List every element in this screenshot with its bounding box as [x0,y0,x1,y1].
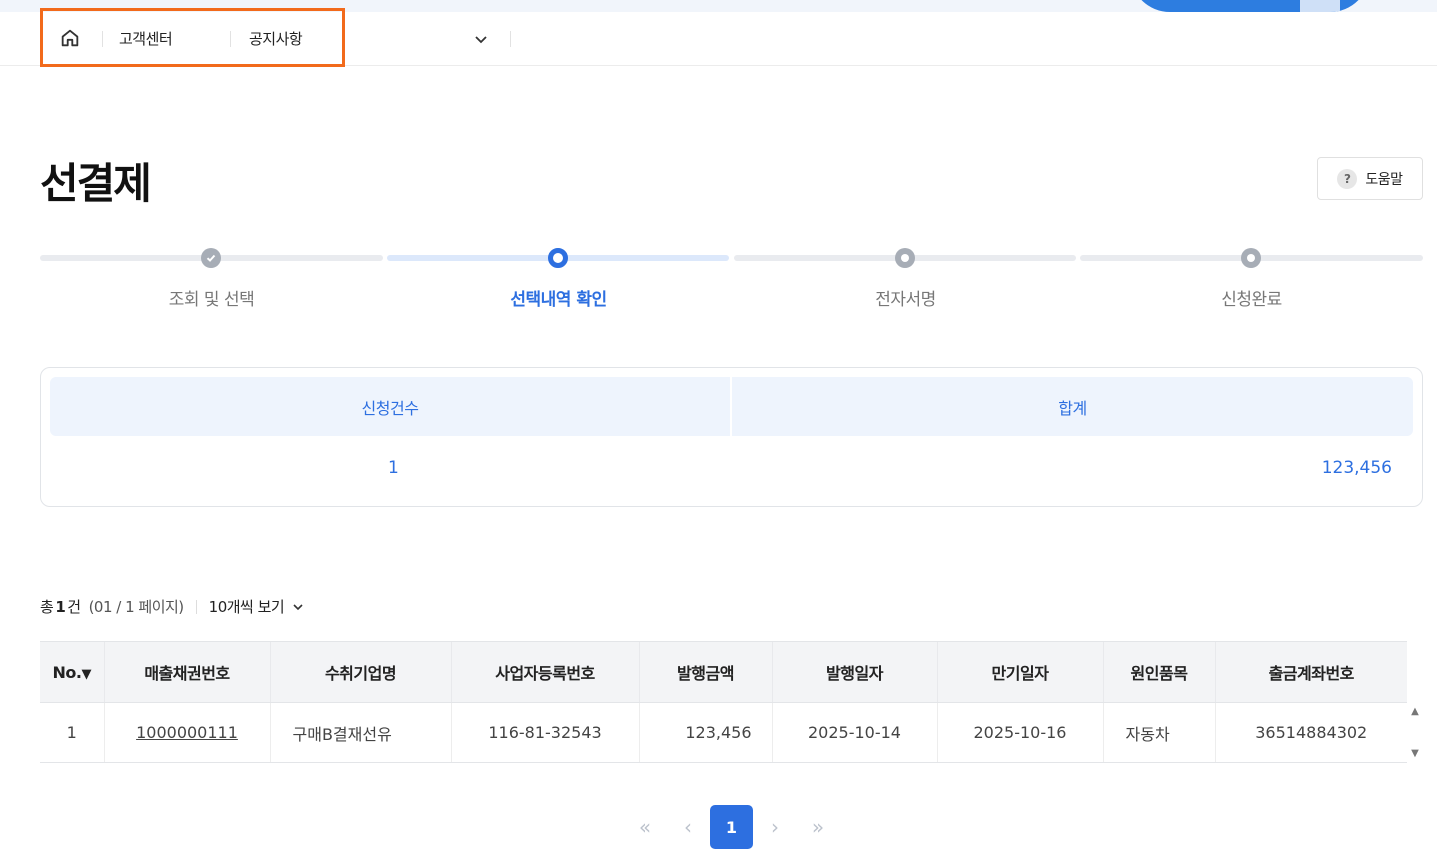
page-number-button[interactable]: 1 [710,805,753,849]
column-header-payee: 수취기업명 [269,641,451,703]
last-page-button[interactable]: » [803,805,833,849]
page-size-label: 10개씩 보기 [208,598,285,616]
page-title: 선결제 [40,159,152,208]
summary-box: 신청건수 합계 1 123,456 [40,367,1423,507]
cell-due-date: 2025-10-16 [936,702,1103,763]
summary-count-header: 신청건수 [50,377,730,436]
summary-total-value: 123,456 [1321,458,1392,478]
prev-page-button[interactable]: ‹ [673,805,703,849]
column-header-due-date: 만기일자 [936,641,1103,703]
scroll-up-arrow[interactable]: ▲ [1409,705,1421,717]
column-header-receivable-no: 매출채권번호 [103,641,270,703]
page-size-select[interactable]: 10개씩 보기 [209,596,305,617]
breadcrumb-divider [230,31,231,47]
column-header-issue-date: 발행일자 [771,641,937,703]
step-label-signature: 전자서명 [875,290,936,310]
chevron-down-icon [293,603,303,610]
home-icon[interactable] [58,26,82,50]
scroll-down-arrow[interactable]: ▼ [1409,747,1421,759]
column-header-amount: 발행금액 [638,641,772,703]
total-suffix: 건 [67,598,81,616]
step-pending-dot [895,248,915,268]
breadcrumb-divider [510,31,511,47]
step-pending-dot [1241,248,1261,268]
column-header-item: 원인품목 [1102,641,1215,703]
receivable-no-link[interactable]: 1000000111 [136,723,238,742]
cell-account: 36514884302 [1214,702,1407,763]
breadcrumb-item-customer-center[interactable]: 고객센터 [119,28,173,49]
cell-business-no: 116-81-32543 [450,702,639,763]
breadcrumb-item-notice[interactable]: 공지사항 [249,28,303,49]
list-info-divider [195,599,197,614]
list-info: 총 1 건 (01 / 1 페이지) 10개씩 보기 [40,596,304,617]
column-header-account: 출금계좌번호 [1214,641,1407,703]
check-icon [201,248,221,268]
summary-total-header: 합계 [732,377,1413,436]
total-prefix: 총 [40,598,54,616]
cell-item: 자동차 [1102,702,1215,763]
chevron-down-icon[interactable] [470,28,492,50]
cell-amount: 123,456 [638,702,772,763]
cell-payee: 구매B결재선유 [269,702,451,763]
first-page-button[interactable]: « [630,805,660,849]
step-label-confirm: 선택내역 확인 [510,290,607,310]
step-label-complete: 신청완료 [1221,290,1282,310]
summary-count-value: 1 [388,458,399,478]
question-icon: ? [1337,168,1358,189]
step-label-inquiry: 조회 및 선택 [168,290,255,310]
receivables-table: No.▼ 매출채권번호 수취기업명 사업자등록번호 발행금액 발행일자 만기일자… [40,641,1407,763]
cell-receivable-no: 1000000111 [103,702,270,763]
page-indicator: (01 / 1 페이지) [88,598,185,616]
next-page-button[interactable]: › [760,805,790,849]
step-current-dot [548,248,568,268]
column-header-no[interactable]: No.▼ [40,641,104,703]
sort-desc-icon: ▼ [81,666,91,682]
total-count: 1 [55,597,66,616]
table-header-row: No.▼ 매출채권번호 수취기업명 사업자등록번호 발행금액 발행일자 만기일자… [40,641,1407,703]
breadcrumb-divider [102,31,103,47]
help-button[interactable]: ? 도움말 [1317,157,1423,200]
cell-issue-date: 2025-10-14 [771,702,937,763]
banner-illustration [1130,0,1370,12]
help-button-label: 도움말 [1365,171,1403,188]
table-row: 1 1000000111 구매B결재선유 116-81-32543 123,45… [40,702,1407,763]
column-header-business-no: 사업자등록번호 [450,641,639,703]
cell-no: 1 [40,702,104,763]
